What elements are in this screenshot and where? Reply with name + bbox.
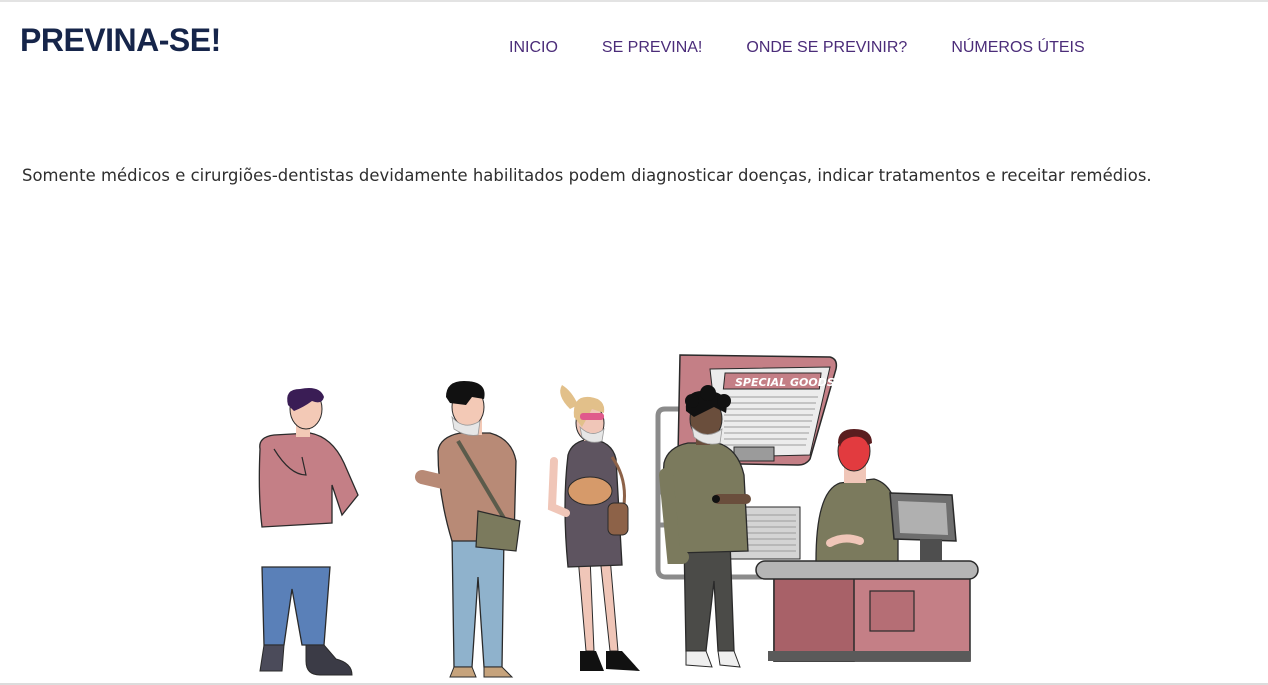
site-logo[interactable]: PREVINA-SE! bbox=[20, 22, 221, 59]
nav-link-se-previna[interactable]: SE PREVINA! bbox=[602, 38, 702, 58]
nav-link-numeros-uteis[interactable]: NÚMEROS ÚTEIS bbox=[951, 38, 1084, 58]
nav-link-inicio[interactable]: INICIO bbox=[509, 38, 558, 58]
medical-disclaimer: Somente médicos e cirurgiões-dentistas d… bbox=[22, 166, 1152, 185]
top-border bbox=[0, 0, 1268, 2]
main-nav: INICIO SE PREVINA! ONDE SE PREVINIR? NÚM… bbox=[509, 38, 1129, 58]
person-woman-with-cat bbox=[547, 385, 640, 671]
special-goods-sign: SPECIAL GOODS bbox=[735, 376, 835, 389]
person-man-with-bag bbox=[415, 381, 521, 678]
queue-illustration: SPECIAL GOODS bbox=[258, 354, 979, 678]
nav-link-onde-se-prevenir[interactable]: ONDE SE PREVINIR? bbox=[746, 38, 907, 58]
person-thinking-man bbox=[258, 388, 359, 676]
